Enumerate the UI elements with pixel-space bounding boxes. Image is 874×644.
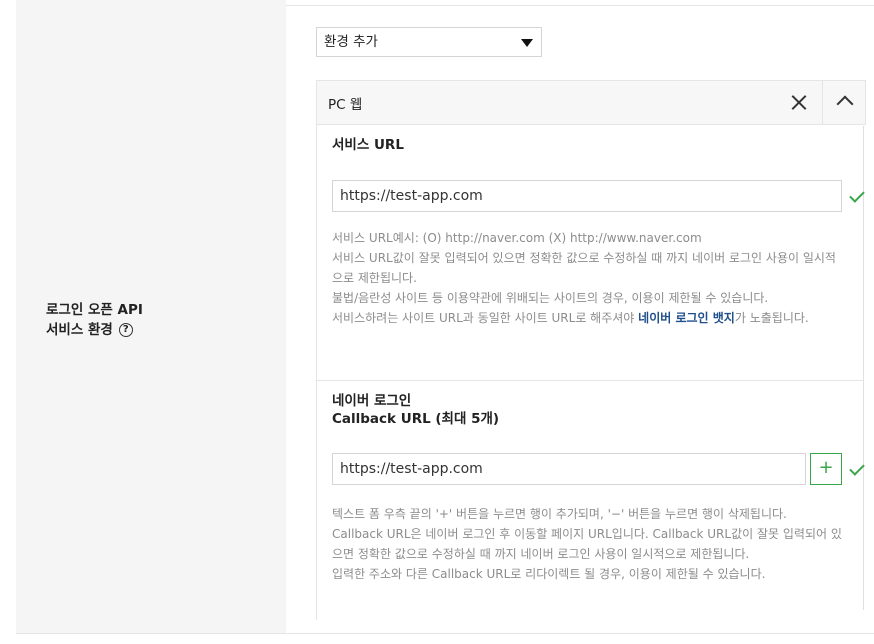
panel-header: PC 웹 xyxy=(316,80,866,125)
service-url-label: 서비스 URL xyxy=(332,137,404,153)
badge-note-post: 가 노출됩니다. xyxy=(734,311,809,325)
section-label-line2: 서비스 환경 xyxy=(46,322,113,338)
service-url-input[interactable] xyxy=(332,180,842,212)
section-divider xyxy=(316,380,864,381)
close-icon[interactable] xyxy=(777,81,821,124)
callback-url-label-line2: Callback URL (최대 5개) xyxy=(332,411,500,427)
help-icon[interactable]: ? xyxy=(118,323,133,337)
help-line: Callback URL은 네이버 로그인 후 이동할 페이지 URL입니다. … xyxy=(332,527,842,561)
callback-url-label: 네이버 로그인 Callback URL (최대 5개) xyxy=(332,392,499,428)
callback-url-input[interactable] xyxy=(332,453,806,485)
add-callback-url-button[interactable]: + xyxy=(810,453,842,485)
dropdown-arrow-icon xyxy=(521,39,533,47)
callback-url-label-line1: 네이버 로그인 xyxy=(332,393,412,409)
help-line: 불법/음란성 사이트 등 이용약관에 위배되는 사이트의 경우, 이용이 제한될… xyxy=(332,291,769,305)
help-line: 서비스 URL예시: (O) http://naver.com (X) http… xyxy=(332,231,702,245)
badge-note-pre: 서비스하려는 사이트 URL과 동일한 사이트 URL로 해주셔야 xyxy=(332,311,639,325)
bottom-divider xyxy=(16,633,874,634)
callback-url-help: 텍스트 폼 우측 끝의 '+' 버튼을 누르면 행이 추가되며, '−' 버튼을… xyxy=(332,504,842,584)
service-url-help: 서비스 URL예시: (O) http://naver.com (X) http… xyxy=(332,228,842,328)
chevron-up-icon xyxy=(836,95,854,113)
panel-title: PC 웹 xyxy=(328,97,363,113)
panel-scroll-edge xyxy=(863,126,864,610)
section-label: 로그인 오픈 API 서비스 환경? xyxy=(46,300,143,340)
environment-select-value: 환경 추가 xyxy=(324,34,378,50)
top-divider xyxy=(286,5,874,6)
help-line: 텍스트 폼 우측 끝의 '+' 버튼을 누르면 행이 추가되며, '−' 버튼을… xyxy=(332,507,787,521)
help-line: 서비스하려는 사이트 URL과 동일한 사이트 URL로 해주셔야 네이버 로그… xyxy=(332,308,842,328)
naver-login-badge-text: 네이버 로그인 뱃지 xyxy=(638,311,735,325)
help-line: 서비스 URL값이 잘못 입력되어 있으면 정확한 값으로 수정하실 때 까지 … xyxy=(332,251,836,285)
help-line: 입력한 주소와 다른 Callback URL로 리다이렉트 될 경우, 이용이… xyxy=(332,567,766,581)
collapse-button[interactable] xyxy=(822,81,866,124)
environment-select[interactable]: 환경 추가 xyxy=(316,27,542,57)
section-label-line1: 로그인 오픈 API xyxy=(46,302,143,318)
